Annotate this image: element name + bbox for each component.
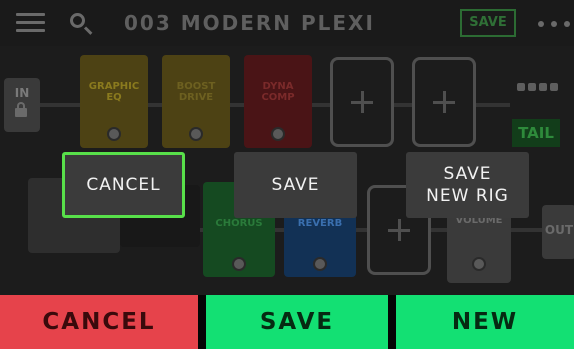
lock-icon <box>15 102 27 117</box>
block-label: BOOST DRIVE <box>176 81 216 103</box>
block-label: DYNA COMP <box>261 81 295 103</box>
output-label: OUT <box>544 223 574 237</box>
dialog-save-button[interactable]: SAVE <box>234 152 357 218</box>
preset-title: 003 MODERN PLEXI <box>124 11 375 35</box>
block-dyna-comp[interactable]: DYNA COMP <box>244 55 312 148</box>
block-boost-drive[interactable]: BOOST DRIVE <box>162 55 230 148</box>
cancel-button[interactable]: CANCEL <box>0 295 198 349</box>
dialog-cancel-button[interactable]: CANCEL <box>62 152 185 218</box>
block-knob <box>271 127 285 141</box>
dimmed-background: 003 MODERN PLEXI SAVE IN GRAPHIC EQ BOOS… <box>0 0 574 295</box>
empty-block-slot[interactable] <box>330 57 394 147</box>
block-knob <box>313 257 327 271</box>
block-label: GRAPHIC EQ <box>88 81 140 103</box>
save-button[interactable]: SAVE <box>206 295 388 349</box>
input-label: IN <box>14 86 30 100</box>
top-bar: 003 MODERN PLEXI SAVE <box>0 0 574 46</box>
top-save-button[interactable]: SAVE <box>460 9 516 37</box>
input-block[interactable]: IN <box>4 78 40 132</box>
empty-block-slot[interactable] <box>412 57 476 147</box>
block-knob <box>472 257 486 271</box>
output-block[interactable]: OUT <box>542 205 574 259</box>
block-graphic-eq[interactable]: GRAPHIC EQ <box>80 55 148 148</box>
new-button[interactable]: NEW <box>396 295 574 349</box>
block-label: REVERB <box>297 218 343 229</box>
block-knob <box>189 127 203 141</box>
dialog-save-new-rig-button[interactable]: SAVE NEW RIG <box>406 152 529 218</box>
block-knob <box>107 127 121 141</box>
block-label: CHORUS <box>215 218 263 229</box>
block-knob <box>232 257 246 271</box>
tail-label: TAIL <box>512 119 560 147</box>
